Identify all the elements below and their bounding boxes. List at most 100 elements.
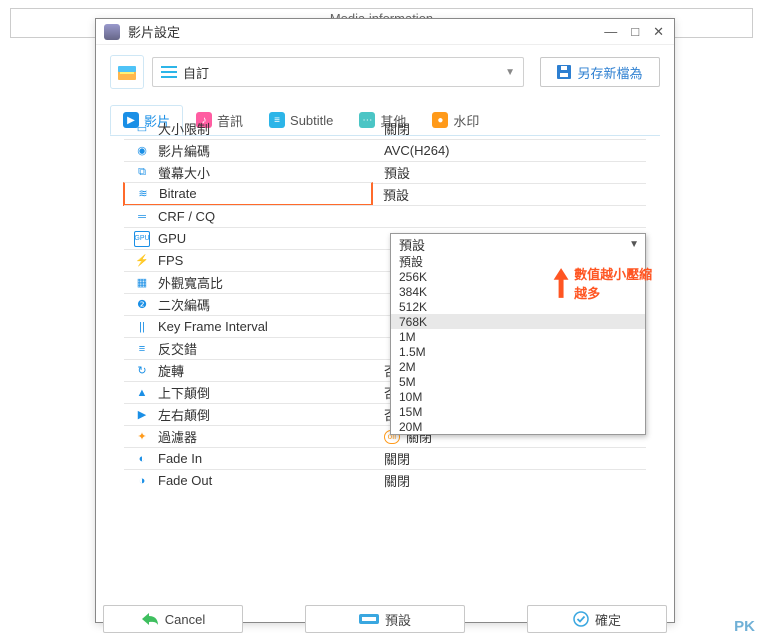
row-label-cell: ↻旋轉 [124, 359, 374, 381]
preset-label: 預設 [385, 610, 411, 629]
two-pass-icon: ❷ [134, 297, 150, 313]
save-as-button[interactable]: 另存新檔為 [540, 57, 660, 87]
row-value-cell[interactable]: AVC(H264) [374, 139, 646, 161]
maximize-button[interactable]: □ [629, 24, 641, 40]
check-circle-icon [573, 611, 589, 627]
preset-icon [359, 612, 379, 626]
row-label-text: Bitrate [159, 186, 197, 201]
window-buttons: ― □ ✕ [602, 24, 666, 40]
ok-button[interactable]: 確定 [527, 605, 667, 633]
codec-icon: ◉ [134, 143, 150, 159]
row-label-cell: ◉ 影片編碼 [124, 139, 374, 161]
minimize-button[interactable]: ― [602, 24, 619, 40]
row-label-cell: ⧉螢幕大小 [124, 161, 374, 183]
arrow-up-icon [552, 263, 570, 303]
annotation-text: 數值越小壓縮越多 [574, 264, 660, 302]
row-value-cell[interactable]: 關閉 [374, 117, 646, 139]
row-label-text: Fade In [158, 451, 202, 466]
cancel-label: Cancel [165, 612, 205, 627]
row-value-cell[interactable]: 關閉 [374, 469, 646, 491]
preset-button[interactable]: 預設 [305, 605, 465, 633]
bitrate-option[interactable]: 5M [391, 374, 645, 389]
row-label-cell: GPUGPU [124, 227, 374, 249]
titlebar: 影片設定 ― □ ✕ [96, 19, 674, 45]
bitrate-option[interactable]: 768K [391, 314, 645, 329]
fps-icon: ⚡ [134, 253, 150, 269]
settings-row[interactable]: ▭大小限制關閉 [124, 117, 646, 139]
deinterlace-icon: ≡ [134, 341, 150, 357]
row-value-text: 關閉 [384, 449, 410, 468]
row-value-text: 預設 [383, 185, 409, 204]
row-value-cell[interactable]: 預設 [374, 161, 646, 183]
bottom-button-bar: Cancel 預設 確定 [95, 605, 675, 633]
row-label-cell: ◐ Fade In [124, 447, 374, 469]
row-label-text: 左右顛倒 [158, 405, 210, 424]
bitrate-option[interactable]: 15M [391, 404, 645, 419]
settings-row[interactable]: ═ CRF / CQ [124, 205, 646, 227]
settings-row[interactable]: ◑Fade Out關閉 [124, 469, 646, 491]
bitrate-option[interactable]: 1M [391, 329, 645, 344]
video-settings-dialog: 影片設定 ― □ ✕ 自訂 ▼ 另存新檔為 ▶影片 ♪音訊 ≡Subtitle … [95, 18, 675, 623]
row-label-text: 影片編碼 [158, 141, 210, 160]
aspect-icon: ▦ [134, 275, 150, 291]
preset-list-icon [161, 66, 177, 78]
row-label-cell: ✦過濾器 [124, 425, 374, 447]
row-label-text: 上下顛倒 [158, 383, 210, 402]
bitrate-dropdown-header[interactable]: 預設 ▼ [391, 234, 645, 254]
preset-category-icon[interactable] [110, 55, 144, 89]
dialog-title: 影片設定 [128, 22, 602, 41]
row-value-text: AVC(H264) [384, 143, 450, 158]
settings-row[interactable]: ⧉螢幕大小預設 [124, 161, 646, 183]
screen-size-icon: ⧉ [134, 165, 150, 181]
preset-selected-label: 自訂 [183, 63, 209, 82]
bitrate-option[interactable]: 20M [391, 419, 645, 434]
row-label-cell: || Key Frame Interval [124, 315, 374, 337]
bitrate-option[interactable]: 10M [391, 389, 645, 404]
filter-icon: ✦ [134, 429, 150, 445]
settings-row[interactable]: ◉ 影片編碼 AVC(H264) [124, 139, 646, 161]
row-label-cell: ▦ 外觀寬高比 [124, 271, 374, 293]
flip-h-icon: ▶ [134, 407, 150, 423]
row-label-cell: ≡反交錯 [124, 337, 374, 359]
preset-dropdown[interactable]: 自訂 ▼ [152, 57, 524, 87]
app-icon [104, 24, 120, 40]
watermark-text: PK [734, 618, 755, 635]
annotation-overlay: 數值越小壓縮越多 [552, 263, 660, 303]
row-label-cell: ═ CRF / CQ [124, 205, 374, 227]
row-label-text: 旋轉 [158, 361, 184, 380]
close-button[interactable]: ✕ [651, 24, 666, 40]
settings-row[interactable]: ≋ Bitrate 預設 [124, 183, 646, 205]
fade-in-icon: ◐ [134, 451, 150, 467]
crf-icon: ═ [134, 209, 150, 225]
row-value-cell[interactable]: 關閉 [374, 447, 646, 469]
bitrate-icon: ≋ [135, 186, 151, 202]
row-label-text: 外觀寬高比 [158, 273, 223, 292]
row-label-cell: ⚡ FPS [124, 249, 374, 271]
dropdown-header-text: 預設 [399, 235, 425, 254]
row-label-text: Key Frame Interval [158, 319, 268, 334]
row-value-text: 關閉 [384, 119, 410, 138]
row-value-text: 關閉 [384, 471, 410, 490]
cancel-button[interactable]: Cancel [103, 605, 243, 633]
row-label-cell: ≋ Bitrate [123, 182, 373, 206]
bitrate-option[interactable]: 1.5M [391, 344, 645, 359]
gpu-icon: GPU [134, 231, 150, 247]
row-label-text: 二次編碼 [158, 295, 210, 314]
row-label-cell: ❷ 二次編碼 [124, 293, 374, 315]
settings-row[interactable]: ◐ Fade In 關閉 [124, 447, 646, 469]
fade-out-icon: ◑ [134, 473, 150, 489]
row-value-cell[interactable] [374, 205, 646, 227]
size-limit-icon: ▭ [134, 120, 150, 136]
keyframe-icon: || [134, 319, 150, 335]
row-label-text: FPS [158, 253, 183, 268]
row-value-text: 預設 [384, 163, 410, 182]
chevron-down-icon: ▼ [629, 239, 639, 250]
chevron-down-icon: ▼ [505, 67, 515, 78]
top-toolbar: 自訂 ▼ 另存新檔為 [96, 45, 674, 95]
ok-label: 確定 [595, 610, 621, 629]
row-label-text: CRF / CQ [158, 209, 215, 224]
row-label-cell: ▲上下顛倒 [124, 381, 374, 403]
bitrate-option[interactable]: 2M [391, 359, 645, 374]
row-value-cell[interactable]: 預設 [373, 183, 646, 205]
settings-grid-area: ▭大小限制關閉◉影片編碼AVC(H264)⧉螢幕大小預設≋Bitrate預設═C… [110, 117, 660, 574]
